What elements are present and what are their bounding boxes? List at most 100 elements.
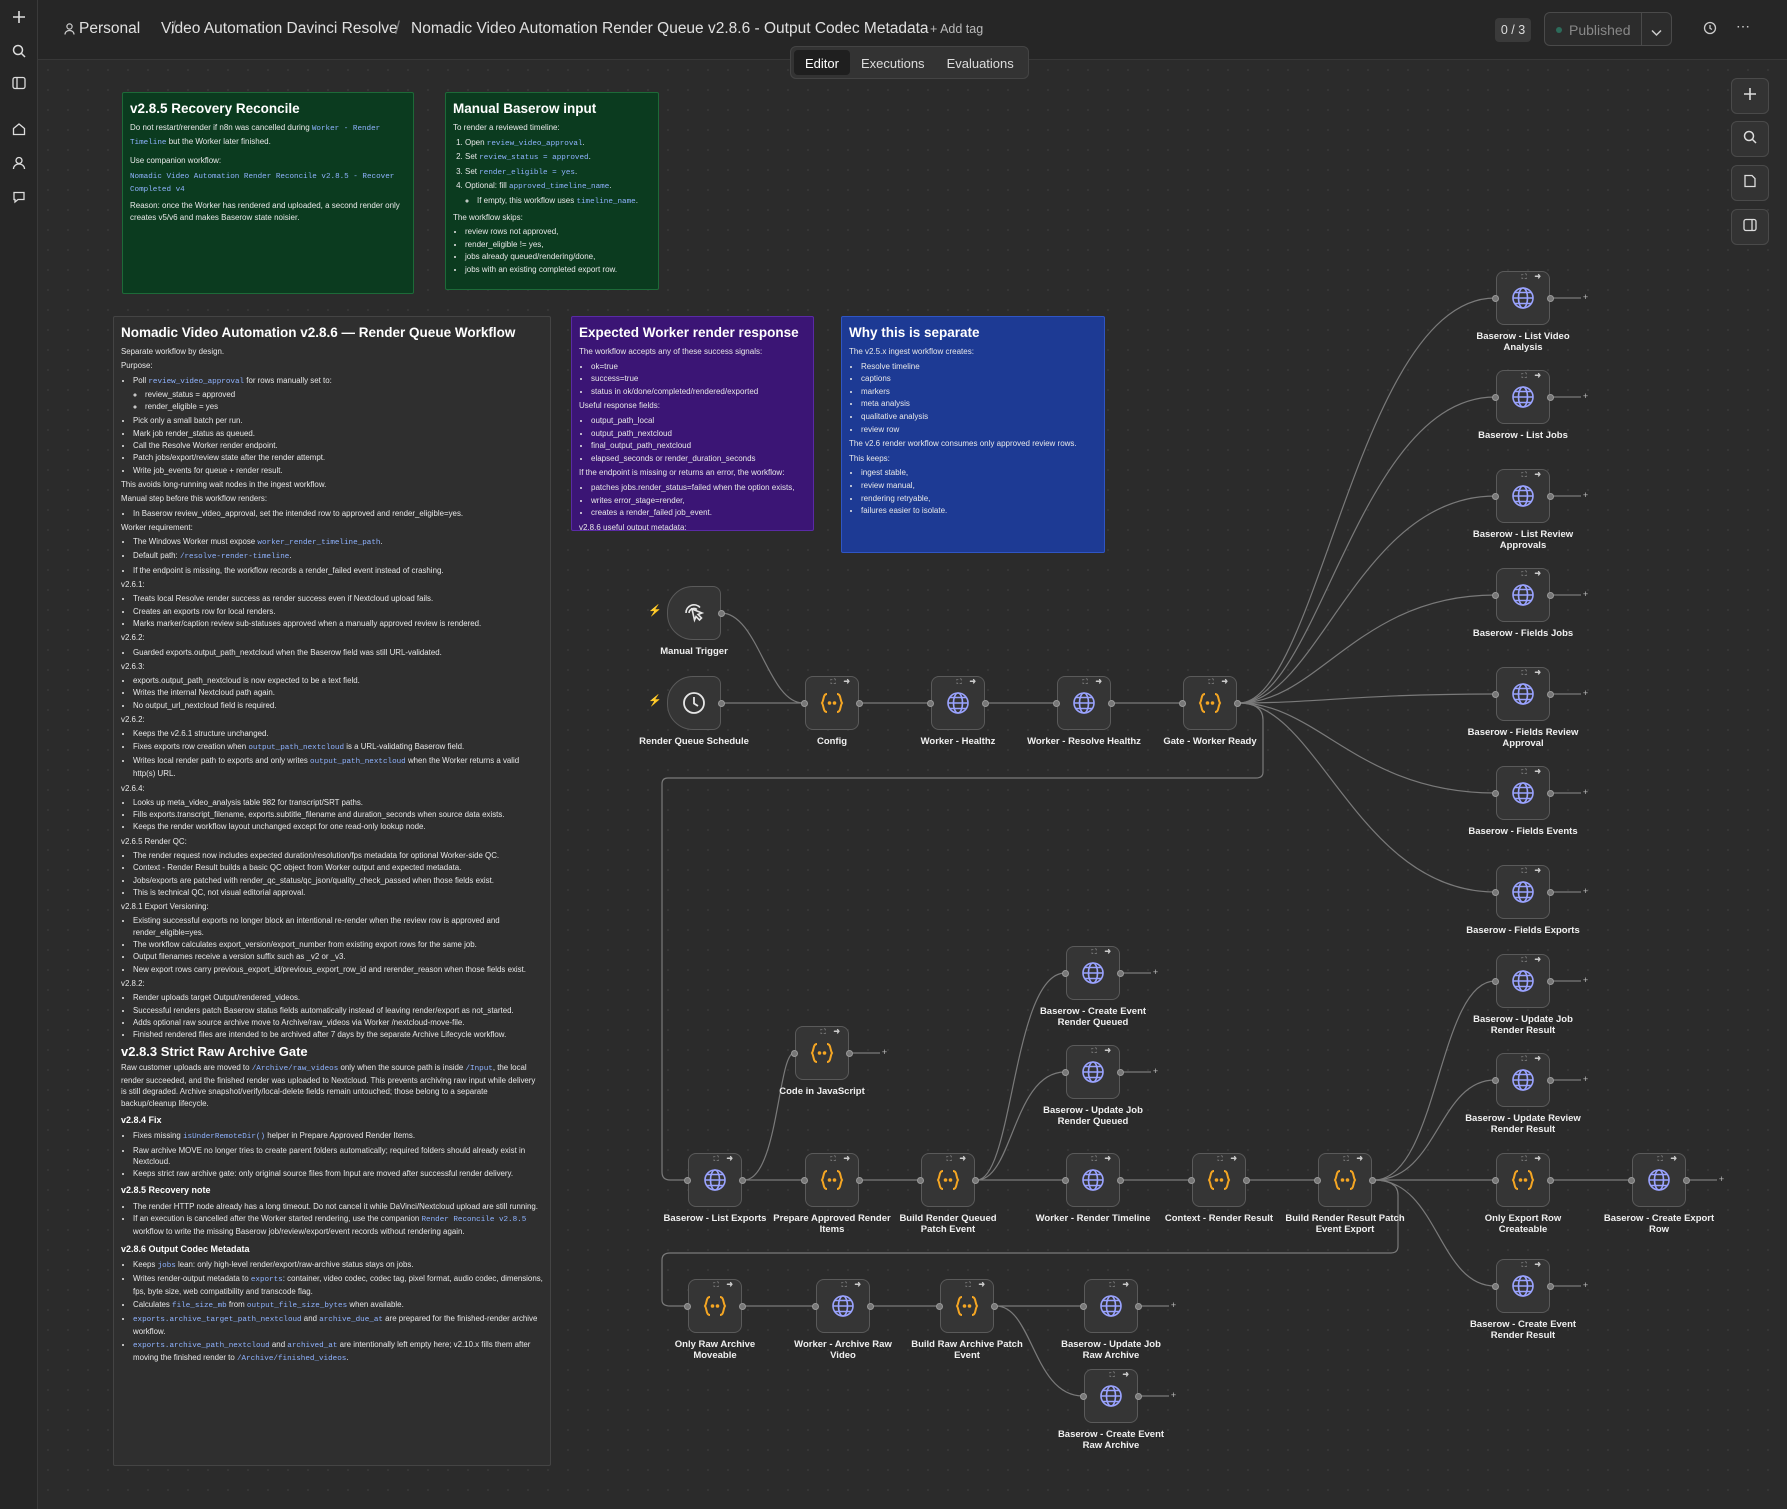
output-port[interactable] bbox=[1547, 889, 1554, 896]
input-port[interactable] bbox=[1492, 394, 1499, 401]
node-action-icons[interactable]: ⛶ ➜ bbox=[821, 1029, 843, 1037]
output-port[interactable] bbox=[1135, 1303, 1142, 1310]
output-port[interactable] bbox=[739, 1303, 746, 1310]
input-port[interactable] bbox=[1492, 889, 1499, 896]
search-nodes-button[interactable] bbox=[1731, 121, 1769, 157]
node-action-icons[interactable]: ⛶ ➜ bbox=[957, 679, 979, 687]
output-port[interactable] bbox=[1234, 700, 1241, 707]
node-fields-jobs[interactable]: ⛶ ➜ bbox=[1492, 568, 1554, 622]
node-action-icons[interactable]: ⛶ ➜ bbox=[1522, 571, 1544, 579]
node-action-icons[interactable]: ⛶ ➜ bbox=[1092, 1156, 1114, 1164]
add-node-button[interactable] bbox=[1731, 78, 1769, 114]
input-port[interactable] bbox=[1628, 1177, 1635, 1184]
breadcrumb-workspace[interactable]: Personal bbox=[79, 20, 140, 38]
breadcrumb-project[interactable]: Video Automation Davinci Resolve bbox=[161, 20, 398, 38]
node-action-icons[interactable]: ⛶ ➜ bbox=[947, 1156, 969, 1164]
node-create-event-render-queued[interactable]: ⛶ ➜ bbox=[1062, 946, 1124, 1000]
output-port[interactable] bbox=[1547, 1283, 1554, 1290]
input-port[interactable] bbox=[1062, 970, 1069, 977]
node-update-job-raw-archive[interactable]: ⛶ ➜ bbox=[1080, 1279, 1142, 1333]
input-port[interactable] bbox=[1080, 1303, 1087, 1310]
tab-evaluations[interactable]: Evaluations bbox=[936, 50, 1025, 75]
node-context-render-result[interactable]: ⛶ ➜ bbox=[1188, 1153, 1250, 1207]
node-action-icons[interactable]: ⛶ ➜ bbox=[1658, 1156, 1680, 1164]
search-icon[interactable] bbox=[8, 40, 30, 62]
sticky-note-expected-response[interactable]: Expected Worker render response The work… bbox=[571, 316, 814, 531]
output-port[interactable] bbox=[1547, 1077, 1554, 1084]
output-port[interactable] bbox=[718, 610, 725, 617]
node-config[interactable]: ⛶ ➜ bbox=[801, 676, 863, 730]
input-port[interactable] bbox=[1492, 1177, 1499, 1184]
input-port[interactable] bbox=[1053, 700, 1060, 707]
output-port[interactable] bbox=[1135, 1393, 1142, 1400]
node-action-icons[interactable]: ⛶ ➜ bbox=[1344, 1156, 1366, 1164]
add-next-node-plus-icon[interactable]: + bbox=[1581, 788, 1590, 797]
input-port[interactable] bbox=[812, 1303, 819, 1310]
output-port[interactable] bbox=[867, 1303, 874, 1310]
output-port[interactable] bbox=[718, 700, 725, 707]
node-list-review-approvals[interactable]: ⛶ ➜ bbox=[1492, 469, 1554, 523]
output-port[interactable] bbox=[1547, 394, 1554, 401]
node-update-job-render-queued[interactable]: ⛶ ➜ bbox=[1062, 1045, 1124, 1099]
output-port[interactable] bbox=[1547, 790, 1554, 797]
node-list-exports[interactable]: ⛶ ➜ bbox=[684, 1153, 746, 1207]
node-action-icons[interactable]: ⛶ ➜ bbox=[1522, 1056, 1544, 1064]
add-next-node-plus-icon[interactable]: + bbox=[1581, 392, 1590, 401]
node-list-video-analysis[interactable]: ⛶ ➜ bbox=[1492, 271, 1554, 325]
more-options-icon[interactable]: ⋯ bbox=[1736, 18, 1750, 35]
node-action-icons[interactable]: ⛶ ➜ bbox=[714, 1156, 736, 1164]
node-action-icons[interactable]: ⛶ ➜ bbox=[1110, 1372, 1132, 1380]
output-port[interactable] bbox=[1243, 1177, 1250, 1184]
node-action-icons[interactable]: ⛶ ➜ bbox=[1522, 868, 1544, 876]
input-port[interactable] bbox=[1080, 1393, 1087, 1400]
panel-icon[interactable] bbox=[8, 72, 30, 94]
node-create-event-render-result[interactable]: ⛶ ➜ bbox=[1492, 1259, 1554, 1313]
input-port[interactable] bbox=[1314, 1177, 1321, 1184]
node-action-icons[interactable]: ⛶ ➜ bbox=[1209, 679, 1231, 687]
node-action-icons[interactable]: ⛶ ➜ bbox=[1522, 769, 1544, 777]
node-fields-events[interactable]: ⛶ ➜ bbox=[1492, 766, 1554, 820]
input-port[interactable] bbox=[1492, 978, 1499, 985]
workflow-title[interactable]: Nomadic Video Automation Render Queue v2… bbox=[411, 20, 929, 38]
add-next-node-plus-icon[interactable]: + bbox=[1581, 293, 1590, 302]
add-sticky-button[interactable] bbox=[1731, 165, 1769, 201]
input-port[interactable] bbox=[1492, 295, 1499, 302]
output-port[interactable] bbox=[991, 1303, 998, 1310]
user-icon[interactable] bbox=[8, 152, 30, 174]
output-port[interactable] bbox=[1117, 970, 1124, 977]
node-worker-healthz[interactable]: ⛶ ➜ bbox=[927, 676, 989, 730]
plus-icon[interactable] bbox=[8, 6, 30, 28]
output-port[interactable] bbox=[1117, 1177, 1124, 1184]
input-port[interactable] bbox=[801, 1177, 808, 1184]
node-action-icons[interactable]: ⛶ ➜ bbox=[831, 1156, 853, 1164]
node-action-icons[interactable]: ⛶ ➜ bbox=[1083, 679, 1105, 687]
add-next-node-plus-icon[interactable]: + bbox=[1151, 968, 1160, 977]
home-icon[interactable] bbox=[8, 118, 30, 140]
add-next-node-plus-icon[interactable]: + bbox=[1581, 590, 1590, 599]
history-icon[interactable] bbox=[1703, 21, 1717, 40]
node-code-js[interactable]: ⛶ ➜ bbox=[791, 1026, 853, 1080]
sticky-note-recovery[interactable]: v2.8.5 Recovery Reconcile Do not restart… bbox=[122, 92, 414, 294]
node-build-queued-patch[interactable]: ⛶ ➜ bbox=[917, 1153, 979, 1207]
node-action-icons[interactable]: ⛶ ➜ bbox=[966, 1282, 988, 1290]
tab-editor[interactable]: Editor bbox=[794, 50, 850, 75]
node-action-icons[interactable]: ⛶ ➜ bbox=[1522, 373, 1544, 381]
input-port[interactable] bbox=[1492, 592, 1499, 599]
output-port[interactable] bbox=[1547, 691, 1554, 698]
node-only-raw-archive[interactable]: ⛶ ➜ bbox=[684, 1279, 746, 1333]
node-worker-resolve-healthz[interactable]: ⛶ ➜ bbox=[1053, 676, 1115, 730]
add-next-node-plus-icon[interactable]: + bbox=[1151, 1067, 1160, 1076]
input-port[interactable] bbox=[1492, 691, 1499, 698]
add-next-node-plus-icon[interactable]: + bbox=[1581, 887, 1590, 896]
workflow-canvas[interactable]: v2.8.5 Recovery Reconcile Do not restart… bbox=[38, 60, 1787, 1509]
node-schedule[interactable]: ⚡ bbox=[648, 676, 725, 730]
node-worker-archive-raw[interactable]: ⛶ ➜ bbox=[812, 1279, 874, 1333]
node-create-event-raw-archive[interactable]: ⛶ ➜ bbox=[1080, 1369, 1142, 1423]
node-action-icons[interactable]: ⛶ ➜ bbox=[1522, 957, 1544, 965]
publish-control[interactable]: Published bbox=[1544, 12, 1672, 46]
input-port[interactable] bbox=[684, 1177, 691, 1184]
node-action-icons[interactable]: ⛶ ➜ bbox=[1522, 1262, 1544, 1270]
node-update-job-render-result[interactable]: ⛶ ➜ bbox=[1492, 954, 1554, 1008]
output-port[interactable] bbox=[1683, 1177, 1690, 1184]
add-next-node-plus-icon[interactable]: + bbox=[1169, 1301, 1178, 1310]
